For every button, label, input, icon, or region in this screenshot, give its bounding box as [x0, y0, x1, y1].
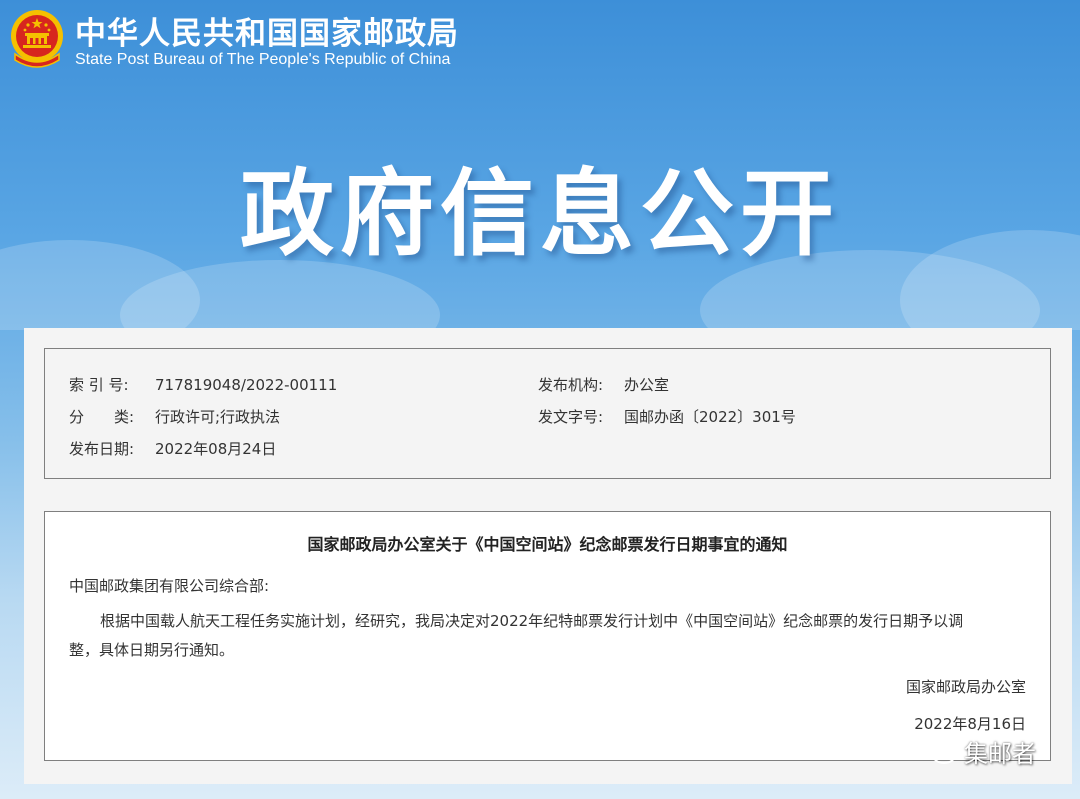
document-recipient: 中国邮政集团有限公司综合部:: [69, 577, 270, 595]
document-title: 国家邮政局办公室关于《中国空间站》纪念邮票发行日期事宜的通知: [307, 535, 788, 554]
meta-publisher: 发布机构: 办公室: [538, 374, 669, 395]
banner-title: 政府信息公开: [239, 160, 840, 269]
meta-label: 发布日期:: [69, 440, 135, 458]
content-area: 索 引 号: 717819048/2022-00111 分 类: 行政许可;行政执法…: [24, 328, 1072, 784]
metadata-panel: 索 引 号: 717819048/2022-00111 分 类: 行政许可;行政执法…: [44, 348, 1051, 479]
wechat-icon: [919, 737, 956, 764]
meta-publish-date: 发布日期: 2022年08月24日: [69, 438, 276, 459]
document-body-line2: 整，具体日期另行通知。: [69, 641, 235, 659]
meta-label: 分 类:: [69, 408, 135, 426]
meta-doc-no: 发文字号: 国邮办函〔2022〕301号: [538, 406, 796, 427]
national-emblem-icon[interactable]: [9, 8, 65, 68]
watermark-text: 集邮者: [964, 740, 1036, 768]
document-signature: 国家邮政局办公室: [905, 678, 1026, 696]
document-panel: 国家邮政局办公室关于《中国空间站》纪念邮票发行日期事宜的通知 中国邮政集团有限公…: [44, 511, 1051, 761]
meta-label: 索 引 号:: [69, 376, 129, 394]
site-subtitle[interactable]: State Post Bureau of The People's Republ…: [75, 51, 450, 69]
site-header: 中华人民共和国国家邮政局 State Post Bureau of The Pe…: [0, 0, 1080, 330]
meta-value: 办公室: [624, 376, 670, 394]
meta-index-no: 索 引 号: 717819048/2022-00111: [69, 374, 337, 395]
meta-value: 国邮办函〔2022〕301号: [624, 408, 796, 426]
meta-value: 2022年08月24日: [155, 440, 277, 458]
meta-value: 717819048/2022-00111: [155, 376, 338, 394]
site-title[interactable]: 中华人民共和国国家邮政局: [75, 8, 459, 53]
meta-category: 分 类: 行政许可;行政执法: [69, 406, 280, 427]
document-date: 2022年8月16日: [914, 715, 1026, 733]
meta-label: 发布机构:: [538, 376, 604, 394]
meta-label: 发文字号:: [538, 408, 604, 426]
meta-value: 行政许可;行政执法: [155, 408, 281, 426]
document-body-line1: 根据中国载人航天工程任务实施计划，经研究，我局决定对2022年纪特邮票发行计划中…: [100, 612, 964, 630]
